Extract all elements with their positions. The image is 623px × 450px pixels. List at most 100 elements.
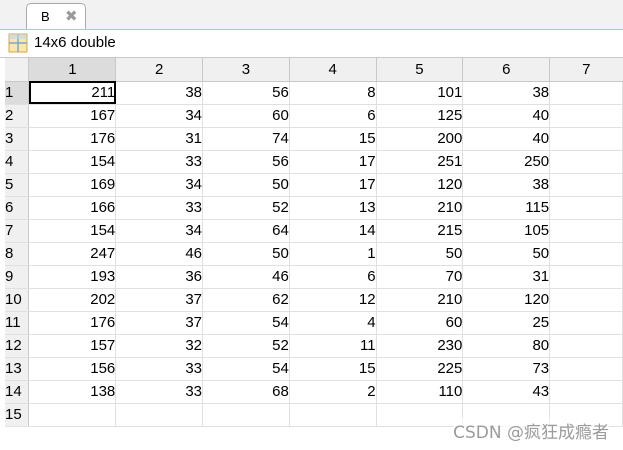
cell-r3-c6[interactable]: 40	[462, 127, 551, 151]
cell-r5-c4[interactable]: 17	[289, 173, 377, 197]
row-header-2[interactable]: 2	[5, 104, 30, 128]
cell-r5-c1[interactable]: 169	[28, 173, 117, 197]
cell-r9-c3[interactable]: 46	[202, 265, 290, 289]
cell-r9-c4[interactable]: 6	[289, 265, 377, 289]
cell-r2-c4[interactable]: 6	[289, 104, 377, 128]
cell-r12-c7[interactable]	[549, 334, 623, 358]
cell-r6-c4[interactable]: 13	[289, 196, 377, 220]
cell-r6-c2[interactable]: 33	[115, 196, 204, 220]
row-header-9[interactable]: 9	[5, 265, 30, 289]
cell-r3-c1[interactable]: 176	[28, 127, 117, 151]
cell-r7-c5[interactable]: 215	[376, 219, 464, 243]
cell-r15-c1[interactable]	[28, 403, 117, 427]
cell-r15-c2[interactable]	[115, 403, 204, 427]
row-header-6[interactable]: 6	[5, 196, 30, 220]
cell-r6-c7[interactable]	[549, 196, 623, 220]
cell-r6-c3[interactable]: 52	[202, 196, 290, 220]
cell-r4-c4[interactable]: 17	[289, 150, 377, 174]
row-header-13[interactable]: 13	[5, 357, 30, 381]
row-header-1[interactable]: 1	[5, 81, 30, 105]
close-icon[interactable]: ✖	[65, 7, 78, 25]
cell-r4-c5[interactable]: 251	[376, 150, 464, 174]
cell-r9-c7[interactable]	[549, 265, 623, 289]
cell-r9-c5[interactable]: 70	[376, 265, 464, 289]
row-header-3[interactable]: 3	[5, 127, 30, 151]
cell-r10-c5[interactable]: 210	[376, 288, 464, 312]
cell-r7-c1[interactable]: 154	[28, 219, 117, 243]
cell-r10-c4[interactable]: 12	[289, 288, 377, 312]
cell-r3-c2[interactable]: 31	[115, 127, 204, 151]
cell-r12-c5[interactable]: 230	[376, 334, 464, 358]
cell-r9-c6[interactable]: 31	[462, 265, 551, 289]
cell-r2-c6[interactable]: 40	[462, 104, 551, 128]
cell-r10-c3[interactable]: 62	[202, 288, 290, 312]
cell-r11-c7[interactable]	[549, 311, 623, 335]
cell-r15-c3[interactable]	[202, 403, 290, 427]
row-header-14[interactable]: 14	[5, 380, 30, 404]
corner-cell[interactable]	[5, 58, 30, 82]
cell-r13-c2[interactable]: 33	[115, 357, 204, 381]
cell-r6-c5[interactable]: 210	[376, 196, 464, 220]
cell-r11-c4[interactable]: 4	[289, 311, 377, 335]
cell-r11-c1[interactable]: 176	[28, 311, 117, 335]
cell-r4-c2[interactable]: 33	[115, 150, 204, 174]
cell-r15-c4[interactable]	[289, 403, 377, 427]
cell-r8-c4[interactable]: 1	[289, 242, 377, 266]
cell-r8-c6[interactable]: 50	[462, 242, 551, 266]
cell-r9-c1[interactable]: 193	[28, 265, 117, 289]
cell-r4-c1[interactable]: 154	[28, 150, 117, 174]
cell-r5-c6[interactable]: 38	[462, 173, 551, 197]
cell-r13-c4[interactable]: 15	[289, 357, 377, 381]
cell-r2-c1[interactable]: 167	[28, 104, 117, 128]
cell-r1-c4[interactable]: 8	[289, 81, 377, 105]
cell-r7-c7[interactable]	[549, 219, 623, 243]
column-header-1[interactable]: 1	[28, 58, 117, 82]
cell-r13-c5[interactable]: 225	[376, 357, 464, 381]
cell-r8-c3[interactable]: 50	[202, 242, 290, 266]
cell-r7-c2[interactable]: 34	[115, 219, 204, 243]
cell-r5-c5[interactable]: 120	[376, 173, 464, 197]
cell-r8-c7[interactable]	[549, 242, 623, 266]
cell-r3-c7[interactable]	[549, 127, 623, 151]
row-header-7[interactable]: 7	[5, 219, 30, 243]
cell-r3-c3[interactable]: 74	[202, 127, 290, 151]
row-header-4[interactable]: 4	[5, 150, 30, 174]
cell-r6-c6[interactable]: 115	[462, 196, 551, 220]
cell-r2-c2[interactable]: 34	[115, 104, 204, 128]
cell-r13-c7[interactable]	[549, 357, 623, 381]
cell-r4-c6[interactable]: 250	[462, 150, 551, 174]
cell-r5-c2[interactable]: 34	[115, 173, 204, 197]
cell-r8-c1[interactable]: 247	[28, 242, 117, 266]
cell-r14-c7[interactable]	[549, 380, 623, 404]
row-header-5[interactable]: 5	[5, 173, 30, 197]
row-header-15[interactable]: 15	[5, 403, 30, 427]
cell-r6-c1[interactable]: 166	[28, 196, 117, 220]
cell-r13-c6[interactable]: 73	[462, 357, 551, 381]
cell-r7-c4[interactable]: 14	[289, 219, 377, 243]
cell-r1-c2[interactable]: 38	[115, 81, 204, 105]
cell-r12-c4[interactable]: 11	[289, 334, 377, 358]
row-header-11[interactable]: 11	[5, 311, 30, 335]
column-header-3[interactable]: 3	[202, 58, 290, 82]
cell-r12-c2[interactable]: 32	[115, 334, 204, 358]
cell-r11-c6[interactable]: 25	[462, 311, 551, 335]
cell-r2-c3[interactable]: 60	[202, 104, 290, 128]
cell-r1-c3[interactable]: 56	[202, 81, 290, 105]
cell-r10-c6[interactable]: 120	[462, 288, 551, 312]
cell-r7-c6[interactable]: 105	[462, 219, 551, 243]
variable-tab-b[interactable]: B ✖	[26, 3, 86, 29]
cell-r14-c6[interactable]: 43	[462, 380, 551, 404]
column-header-5[interactable]: 5	[376, 58, 464, 82]
cell-r14-c4[interactable]: 2	[289, 380, 377, 404]
cell-r4-c7[interactable]	[549, 150, 623, 174]
row-header-8[interactable]: 8	[5, 242, 30, 266]
cell-r2-c7[interactable]	[549, 104, 623, 128]
cell-r10-c7[interactable]	[549, 288, 623, 312]
row-header-12[interactable]: 12	[5, 334, 30, 358]
cell-r15-c5[interactable]	[376, 403, 464, 427]
cell-r11-c3[interactable]: 54	[202, 311, 290, 335]
cell-r3-c4[interactable]: 15	[289, 127, 377, 151]
cell-r11-c2[interactable]: 37	[115, 311, 204, 335]
cell-r3-c5[interactable]: 200	[376, 127, 464, 151]
cell-r10-c2[interactable]: 37	[115, 288, 204, 312]
